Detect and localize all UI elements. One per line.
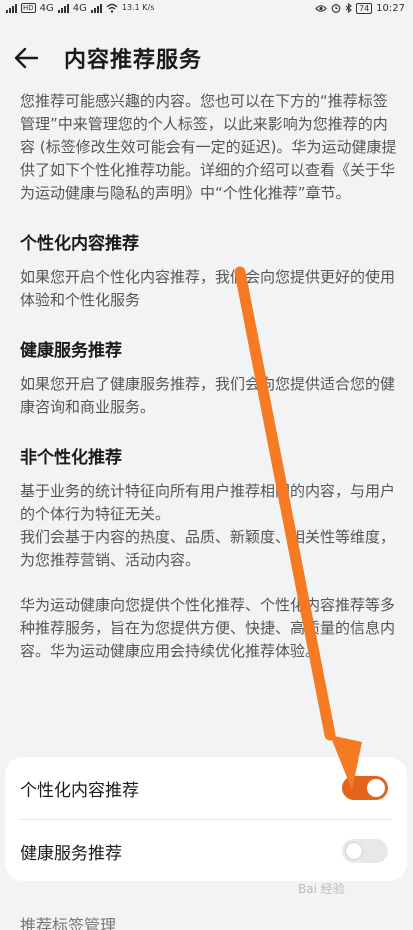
section-body-personalized-content: 如果您开启个性化内容推荐，我们会向您提供更好的使用体验和个性化服务	[20, 268, 396, 309]
tag-management-link[interactable]: 推荐标签管理	[20, 912, 116, 930]
eye-icon	[315, 4, 327, 12]
hd-badge-icon: HD	[21, 3, 36, 13]
setting-row-health-service[interactable]: 健康服务推荐	[5, 820, 407, 882]
clock: 10:27	[376, 2, 405, 14]
section-body-non-personalized-2: 我们会基于内容的热度、品质、新颖度、相关性等维度，为您推荐营销、活动内容。	[20, 528, 396, 569]
status-right: 74 10:27	[315, 2, 405, 14]
status-left: HD 4G 4G 13.1 K/s	[6, 3, 154, 14]
signal-icon-2	[57, 3, 69, 13]
battery-icon: 74	[355, 2, 373, 14]
back-button[interactable]	[0, 40, 52, 76]
arrow-left-icon	[14, 47, 39, 69]
network-speed: 13.1 K/s	[121, 3, 155, 12]
toggle-knob	[367, 779, 385, 797]
toggle-personalized-content[interactable]	[342, 776, 388, 800]
bluetooth-icon	[345, 3, 352, 13]
alarm-icon	[331, 4, 341, 13]
summary-note: 华为运动健康向您提供个性化推荐、个性化内容推荐等多种推荐服务，旨在为您提供方便、…	[20, 596, 396, 660]
section-title-non-personalized: 非个性化推荐	[20, 448, 122, 468]
network-type-2: 4G	[72, 2, 87, 14]
toggle-knob	[345, 842, 363, 860]
setting-label-personalized-content: 个性化内容推荐	[20, 780, 139, 801]
section-body-non-personalized-1: 基于业务的统计特征向所有用户推荐相同的内容，与用户的个体行为特征无关。	[20, 482, 396, 523]
page-header: 内容推荐服务	[0, 40, 413, 76]
setting-row-personalized-content[interactable]: 个性化内容推荐	[5, 757, 407, 819]
intro-text: 您推荐可能感兴趣的内容。您也可以在下方的“推荐标签管理”中来管理您的个人标签，以…	[20, 92, 397, 202]
status-bar: HD 4G 4G 13.1 K/s 74 10:27	[0, 0, 413, 16]
setting-label-health-service: 健康服务推荐	[20, 843, 122, 864]
settings-card: 个性化内容推荐 健康服务推荐	[5, 757, 407, 881]
signal-icon	[6, 3, 17, 13]
wifi-icon	[106, 3, 118, 13]
signal-icon-3	[90, 3, 102, 13]
section-title-health-service: 健康服务推荐	[20, 341, 122, 361]
watermark-logo: Bai 经验	[298, 882, 345, 896]
section-title-personalized-content: 个性化内容推荐	[20, 234, 139, 254]
section-body-health-service: 如果您开启了健康服务推荐，我们会向您提供适合您的健康咨询和商业服务。	[20, 375, 396, 416]
network-type-1: 4G	[39, 2, 54, 14]
page-title: 内容推荐服务	[64, 48, 203, 73]
content-area[interactable]: 您推荐可能感兴趣的内容。您也可以在下方的“推荐标签管理”中来管理您的个人标签，以…	[20, 90, 398, 663]
toggle-health-service[interactable]	[342, 839, 388, 863]
